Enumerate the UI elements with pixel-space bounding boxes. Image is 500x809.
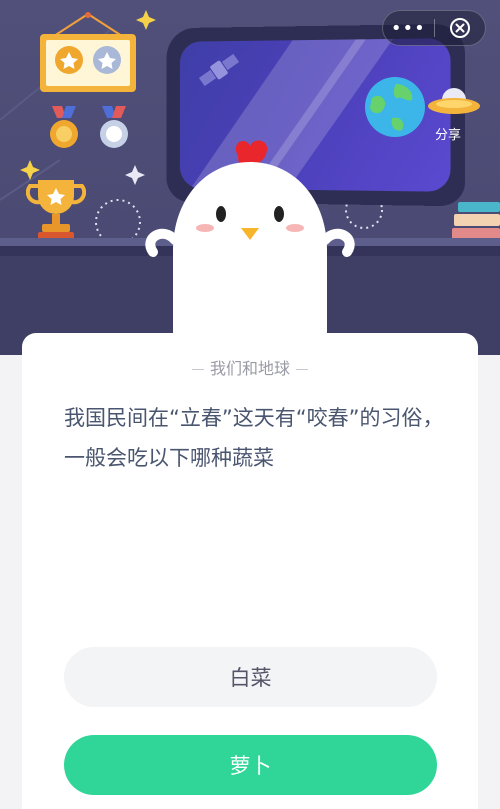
header-scene: 分享 ••• [0,0,500,355]
chick-mascot-icon [145,140,355,355]
answer-option-1[interactable]: 白菜 [64,647,437,707]
category-dash-left [191,369,204,370]
medal-frame-icon [40,12,136,92]
capsule-menu: ••• [382,10,486,46]
quiz-category: 我们和地球 [0,355,500,379]
earth-icon [365,77,425,137]
close-circle-icon [449,18,470,38]
ufo-icon[interactable] [425,82,483,126]
share-label[interactable]: 分享 [435,124,461,143]
trophy-icon [26,180,86,244]
question-text: 我国民间在“立春”这天有“咬春”的习俗，一般会吃以下哪种蔬菜 [64,406,444,470]
medal-icon [50,106,128,148]
satellite-icon [198,53,240,87]
close-button[interactable] [434,10,485,46]
more-button[interactable]: ••• [383,10,434,46]
answer-option-label: 萝卜 [229,754,272,778]
answer-option-label: 白菜 [229,666,272,690]
category-label: 我们和地球 [209,359,290,378]
category-dash-right [296,369,308,370]
answer-option-2[interactable]: 萝卜 [64,735,437,795]
